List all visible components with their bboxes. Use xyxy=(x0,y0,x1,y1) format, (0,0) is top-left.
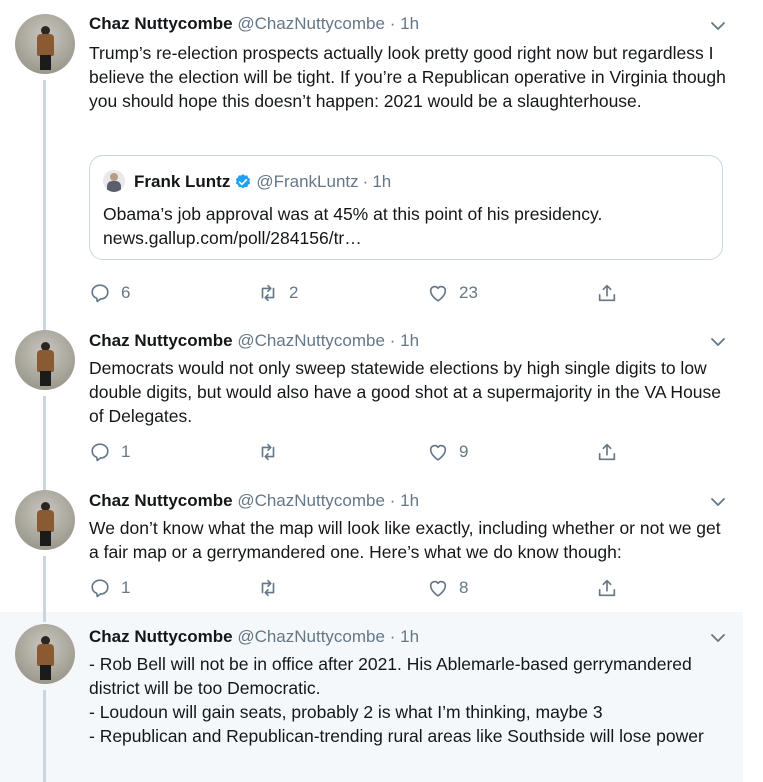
author-handle[interactable]: @ChazNuttycombe xyxy=(237,627,385,646)
like-button[interactable]: 23 xyxy=(427,281,478,305)
tweet-header: Chaz Nuttycombe @ChazNuttycombe · 1h xyxy=(89,14,419,34)
quote-text: Obama’s job approval was at 45% at this … xyxy=(103,202,703,250)
thread-line xyxy=(43,556,46,612)
reply-icon xyxy=(91,284,109,303)
retweet-icon xyxy=(261,284,275,302)
tweet-line: - Rob Bell will not be in office after 2… xyxy=(89,654,692,698)
tweet-header: Chaz Nuttycombe @ChazNuttycombe · 1h xyxy=(89,331,419,351)
chevron-down-icon[interactable] xyxy=(710,334,726,350)
tweet-header: Chaz Nuttycombe @ChazNuttycombe · 1h xyxy=(89,627,419,647)
heart-icon xyxy=(429,444,447,461)
share-button[interactable] xyxy=(596,576,628,600)
tweet-1[interactable]: Chaz Nuttycombe @ChazNuttycombe · 1h Tru… xyxy=(0,0,743,320)
quoted-tweet[interactable]: Frank Luntz @FrankLuntz · 1h Obama’s job… xyxy=(89,155,723,260)
timestamp[interactable]: 1h xyxy=(400,331,419,350)
retweet-button[interactable] xyxy=(257,576,289,600)
like-button[interactable]: 9 xyxy=(427,440,468,464)
like-button[interactable]: 8 xyxy=(427,576,468,600)
like-count: 8 xyxy=(459,578,469,597)
quote-header: Frank Luntz @FrankLuntz · 1h xyxy=(134,172,391,192)
author-name[interactable]: Chaz Nuttycombe xyxy=(89,491,233,510)
author-handle[interactable]: @ChazNuttycombe xyxy=(237,331,385,350)
thread-line xyxy=(43,480,46,490)
avatar[interactable] xyxy=(15,624,75,684)
author-handle[interactable]: @ChazNuttycombe xyxy=(237,14,385,33)
reply-button[interactable]: 1 xyxy=(89,440,130,464)
tweet-text: We don’t know what the map will look lik… xyxy=(89,518,721,562)
chevron-down-icon[interactable] xyxy=(710,18,726,34)
author-name[interactable]: Chaz Nuttycombe xyxy=(89,331,233,350)
share-icon xyxy=(598,284,616,302)
timestamp[interactable]: 1h xyxy=(400,14,419,33)
timeline-feed: Chaz Nuttycombe @ChazNuttycombe · 1h Tru… xyxy=(0,0,743,782)
avatar[interactable] xyxy=(15,330,75,390)
tweet-text: Democrats would not only sweep statewide… xyxy=(89,358,722,426)
heart-icon xyxy=(429,285,447,302)
share-button[interactable] xyxy=(596,440,628,464)
avatar[interactable] xyxy=(15,490,75,550)
reply-button[interactable]: 6 xyxy=(89,281,130,305)
quote-separator-dot: · xyxy=(362,172,369,191)
tweet-2[interactable]: Chaz Nuttycombe @ChazNuttycombe · 1h Dem… xyxy=(0,320,743,480)
chevron-down-icon[interactable] xyxy=(710,630,726,646)
reply-count: 1 xyxy=(121,578,131,597)
separator-dot: · xyxy=(389,491,396,510)
separator-dot: · xyxy=(389,14,396,33)
quote-link[interactable]: news.gallup.com/poll/284156/tr… xyxy=(103,226,703,250)
tweet-3[interactable]: Chaz Nuttycombe @ChazNuttycombe · 1h We … xyxy=(0,480,743,612)
heart-icon xyxy=(429,580,447,597)
tweet-line: - Republican and Republican-trending rur… xyxy=(89,726,704,746)
tweet-header: Chaz Nuttycombe @ChazNuttycombe · 1h xyxy=(89,491,419,511)
thread-line xyxy=(43,690,46,782)
like-count: 9 xyxy=(459,442,469,461)
share-icon xyxy=(598,443,616,461)
tweet-text: Trump’s re-election prospects actually l… xyxy=(89,43,726,111)
separator-dot: · xyxy=(389,331,396,350)
reply-icon xyxy=(91,443,109,462)
retweet-button[interactable]: 2 xyxy=(257,281,298,305)
retweet-icon xyxy=(261,579,275,597)
chevron-down-icon[interactable] xyxy=(710,494,726,510)
thread-line xyxy=(43,80,46,320)
author-name[interactable]: Chaz Nuttycombe xyxy=(89,627,233,646)
author-handle[interactable]: @ChazNuttycombe xyxy=(237,491,385,510)
share-button[interactable] xyxy=(596,281,628,305)
quote-avatar xyxy=(103,170,125,192)
reply-count: 6 xyxy=(121,283,131,302)
retweet-button[interactable] xyxy=(257,440,289,464)
avatar[interactable] xyxy=(15,14,75,74)
author-name[interactable]: Chaz Nuttycombe xyxy=(89,14,233,33)
tweet-line: - Loudoun will gain seats, probably 2 is… xyxy=(89,702,603,722)
quote-body: Obama’s job approval was at 45% at this … xyxy=(103,204,603,224)
retweet-count: 2 xyxy=(289,283,299,302)
share-icon xyxy=(598,579,616,597)
tweet-text: - Rob Bell will not be in office after 2… xyxy=(89,652,729,748)
tweet-actions: 6 2 23 xyxy=(89,281,629,305)
separator-dot: · xyxy=(389,627,396,646)
reply-button[interactable]: 1 xyxy=(89,576,130,600)
tweet-actions: 1 8 xyxy=(89,576,629,600)
quote-author-name: Frank Luntz xyxy=(134,172,231,191)
timestamp[interactable]: 1h xyxy=(400,491,419,510)
reply-icon xyxy=(91,579,109,598)
reply-count: 1 xyxy=(121,442,131,461)
quote-timestamp: 1h xyxy=(372,172,392,191)
retweet-icon xyxy=(261,443,275,461)
verified-badge-icon xyxy=(236,174,251,189)
timestamp[interactable]: 1h xyxy=(400,627,419,646)
thread-line xyxy=(43,396,46,480)
thread-line xyxy=(43,320,46,330)
tweet-actions: 1 9 xyxy=(89,440,629,464)
tweet-4-focused[interactable]: Chaz Nuttycombe @ChazNuttycombe · 1h - R… xyxy=(0,612,743,782)
quote-author-handle: @FrankLuntz xyxy=(256,172,359,191)
like-count: 23 xyxy=(459,283,478,302)
thread-line xyxy=(43,612,46,622)
